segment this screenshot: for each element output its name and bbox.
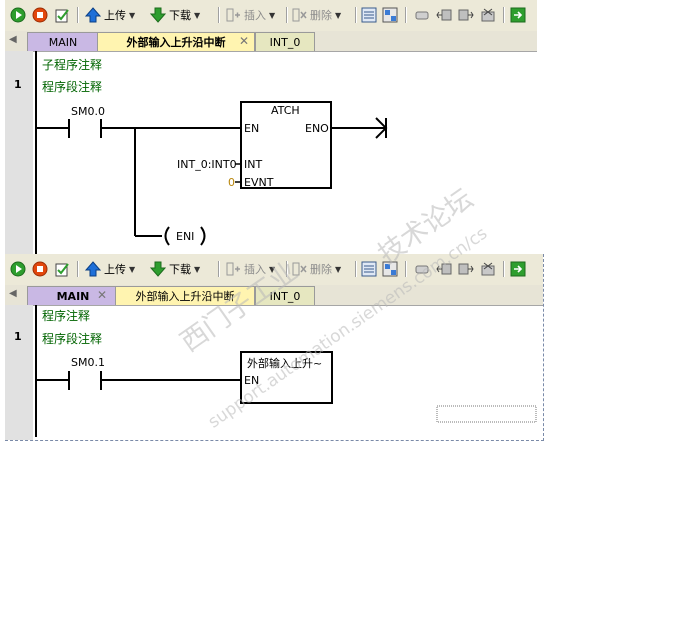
chevron-down-icon[interactable]: ▼ [269, 11, 275, 20]
contact-address[interactable]: SM0.0 [71, 105, 105, 118]
compile-icon[interactable] [53, 260, 71, 278]
upload-button[interactable]: 上传 ▼ [85, 260, 135, 278]
toolbar-separator [218, 261, 220, 277]
pin-int: INT [244, 158, 263, 171]
tab-external-input-interrupt[interactable]: 外部输入上升沿中断 [97, 32, 255, 51]
goto-icon[interactable] [509, 6, 527, 24]
clear-icon[interactable] [479, 260, 497, 278]
upload-label: 上传 [104, 263, 126, 276]
up-arrow-icon [85, 261, 101, 277]
download-button[interactable]: 下载 ▼ [150, 6, 200, 24]
down-arrow-icon [150, 261, 166, 277]
contact-address[interactable]: SM0.1 [71, 356, 105, 369]
chevron-down-icon[interactable]: ▼ [194, 265, 200, 274]
upload-button[interactable]: 上传 ▼ [85, 6, 135, 24]
int-operand[interactable]: INT_0:INT0 [177, 158, 237, 171]
delete-label: 删除 [310, 9, 332, 22]
insert-label: 插入 [244, 9, 266, 22]
download-label: 下载 [169, 263, 191, 276]
coil-right [200, 226, 206, 246]
insert-button[interactable]: 插入 ▼ [225, 6, 275, 24]
scroll-left-icon[interactable]: ◀ [9, 34, 17, 45]
close-tab-icon[interactable]: ✕ [97, 288, 107, 302]
delete-icon [292, 8, 307, 22]
goto-icon[interactable] [509, 260, 527, 278]
box-title[interactable]: ATCH [271, 104, 300, 117]
toolbar-separator [355, 261, 357, 277]
insert-icon [226, 8, 240, 22]
tab-bar: ◀ MAIN 外部输入上升沿中断 ✕ INT_0 [5, 31, 537, 52]
branch-right-icon[interactable] [457, 6, 475, 24]
download-label: 下载 [169, 9, 191, 22]
pin-en: EN [244, 122, 260, 135]
delete-label: 删除 [310, 263, 332, 276]
insert-icon [226, 262, 240, 276]
toolbar-separator [503, 7, 505, 23]
contact-sm0-0 [68, 119, 102, 138]
run-icon[interactable] [9, 260, 27, 278]
chevron-down-icon[interactable]: ▼ [335, 265, 341, 274]
toolbar-separator [503, 261, 505, 277]
clear-icon[interactable] [479, 6, 497, 24]
pin-evnt: EVNT [244, 176, 274, 189]
compile-icon[interactable] [53, 6, 71, 24]
contact-sm0-1 [68, 371, 102, 390]
selection-rect [436, 405, 537, 423]
pin-eno: ENO [305, 122, 329, 135]
tab-int-0-label: INT_0 [269, 35, 301, 49]
stop-icon[interactable] [31, 6, 49, 24]
toolbar-separator [286, 7, 288, 23]
run-icon[interactable] [9, 6, 27, 24]
stop-icon[interactable] [31, 260, 49, 278]
toolbar-separator [218, 7, 220, 23]
coil-label[interactable]: ENI [176, 230, 194, 243]
toolbar-separator [77, 7, 79, 23]
coil-left [164, 226, 170, 246]
down-arrow-icon [150, 7, 166, 23]
tab-main-label: MAIN [48, 35, 78, 49]
delete-button[interactable]: 删除 ▼ [291, 6, 341, 24]
toolbar-separator [355, 7, 357, 23]
upload-label: 上传 [104, 9, 126, 22]
network-view-icon[interactable] [360, 260, 378, 278]
chevron-down-icon[interactable]: ▼ [129, 11, 135, 20]
tab-main-label: MAIN [56, 289, 90, 303]
toolbar-separator [405, 7, 407, 23]
download-button[interactable]: 下载 ▼ [150, 260, 200, 278]
evnt-operand[interactable]: 0 [228, 176, 235, 189]
network-view-icon[interactable] [360, 6, 378, 24]
toolbar-separator [77, 261, 79, 277]
close-tab-icon[interactable]: ✕ [239, 34, 249, 48]
box-icon[interactable] [413, 6, 431, 24]
tab-main[interactable]: MAIN [27, 32, 99, 51]
tab-int-0[interactable]: INT_0 [255, 32, 315, 51]
chevron-down-icon[interactable]: ▼ [129, 265, 135, 274]
branch-right-icon[interactable] [457, 260, 475, 278]
branch-left-icon[interactable] [435, 6, 453, 24]
scroll-left-icon[interactable]: ◀ [9, 288, 17, 299]
symbol-table-icon[interactable] [381, 6, 399, 24]
up-arrow-icon [85, 7, 101, 23]
chevron-down-icon[interactable]: ▼ [194, 11, 200, 20]
toolbar: 上传 ▼ 下载 ▼ 插入 ▼ 删除 ▼ [5, 0, 537, 31]
chevron-down-icon[interactable]: ▼ [335, 11, 341, 20]
tab-label: 外部输入上升沿中断 [126, 36, 226, 49]
